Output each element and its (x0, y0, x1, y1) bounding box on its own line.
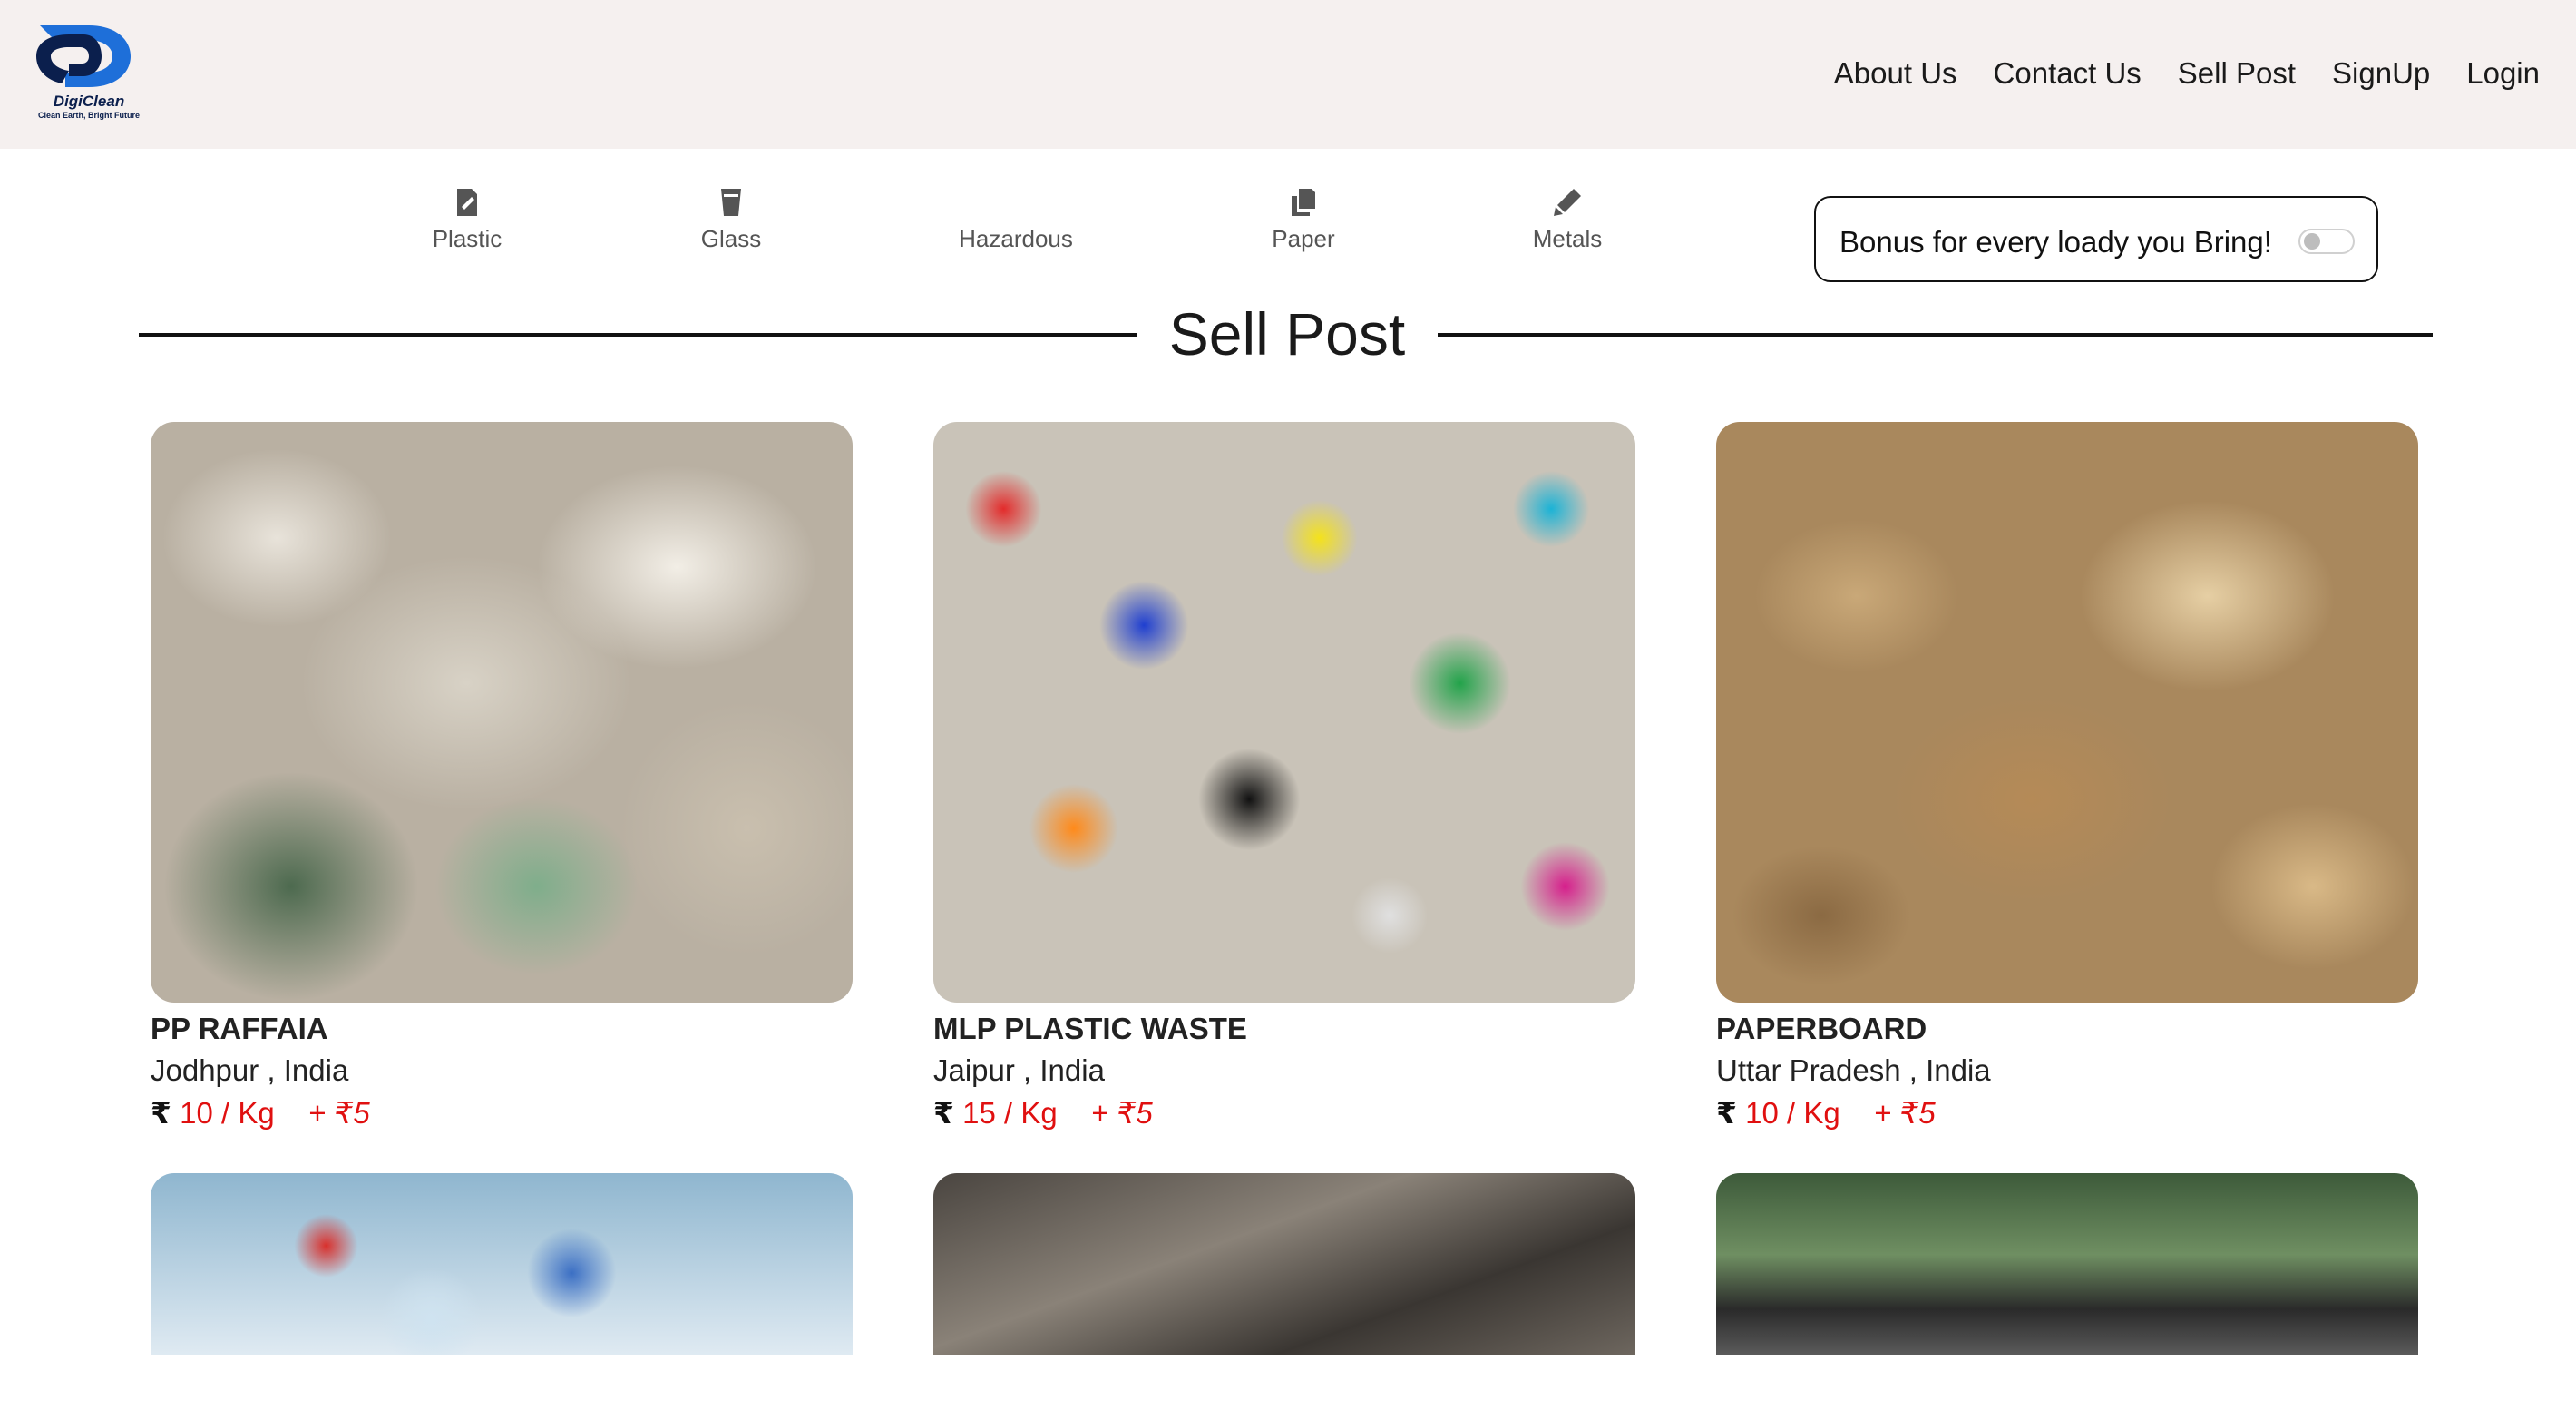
title-rule-left (139, 333, 1137, 337)
price-value: 15 / Kg (962, 1096, 1058, 1130)
listing-image[interactable] (151, 422, 853, 1003)
bonus-box: Bonus for every loady you Bring! (1814, 196, 2378, 282)
listing-location: Jodhpur , India (151, 1053, 349, 1087)
category-metals-label: Metals (1532, 225, 1603, 252)
listing-image[interactable] (933, 1173, 1635, 1355)
listing-card[interactable] (151, 1173, 853, 1355)
nav-signup[interactable]: SignUp (2332, 56, 2430, 91)
logo-tagline: Clean Earth, Bright Future (37, 111, 140, 120)
listing-price: ₹ 15 / Kg + ₹5 (933, 1095, 1635, 1131)
nav-contact-us[interactable]: Contact Us (1994, 56, 2142, 91)
listing-card[interactable] (1716, 1173, 2418, 1355)
bonus-value: + ₹5 (1090, 1096, 1153, 1130)
category-plastic[interactable]: Plastic (385, 187, 549, 253)
category-plastic-label: Plastic (432, 225, 503, 252)
title-rule-right (1438, 333, 2433, 337)
glass-icon (649, 187, 813, 221)
listing-location: Uttar Pradesh , India (1716, 1053, 1991, 1087)
category-glass[interactable]: Glass (649, 187, 813, 253)
currency-symbol: ₹ (151, 1096, 171, 1130)
header: DigiClean Clean Earth, Bright Future Abo… (0, 0, 2576, 149)
digiclean-logo-icon (36, 25, 131, 87)
hazardous-icon (934, 187, 1098, 221)
category-metals[interactable]: Metals (1486, 187, 1649, 253)
listing-price: ₹ 10 / Kg + ₹5 (151, 1095, 853, 1131)
logo[interactable]: DigiClean Clean Earth, Bright Future (18, 20, 160, 129)
bonus-value: + ₹5 (1873, 1096, 1936, 1130)
nav-about-us[interactable]: About Us (1834, 56, 1957, 91)
category-hazardous-label: Hazardous (959, 225, 1073, 252)
listing-image[interactable] (933, 422, 1635, 1003)
listing-image[interactable] (1716, 1173, 2418, 1355)
category-paper-label: Paper (1272, 225, 1335, 252)
metals-icon (1486, 187, 1649, 221)
bonus-toggle-knob (2304, 233, 2320, 250)
listing-card[interactable] (933, 1173, 1635, 1355)
listing-card[interactable]: PAPERBOARD Uttar Pradesh , India ₹ 10 / … (1716, 422, 2418, 1131)
listing-location: Jaipur , India (933, 1053, 1105, 1087)
listing-card[interactable]: PP RAFFAIA Jodhpur , India ₹ 10 / Kg + ₹… (151, 422, 853, 1131)
listing-name: MLP PLASTIC WASTE (933, 1012, 1247, 1045)
listing-image[interactable] (1716, 422, 2418, 1003)
plastic-icon (385, 187, 549, 221)
currency-symbol: ₹ (933, 1096, 954, 1130)
nav-sell-post[interactable]: Sell Post (2178, 56, 2296, 91)
listing-card[interactable]: MLP PLASTIC WASTE Jaipur , India ₹ 15 / … (933, 422, 1635, 1131)
price-value: 10 / Kg (180, 1096, 275, 1130)
listing-image[interactable] (151, 1173, 853, 1355)
paper-icon (1222, 187, 1385, 221)
category-hazardous[interactable]: Hazardous (934, 187, 1098, 253)
logo-name: DigiClean (53, 93, 125, 110)
listing-price: ₹ 10 / Kg + ₹5 (1716, 1095, 2418, 1131)
category-glass-label: Glass (700, 225, 762, 252)
bonus-toggle[interactable] (2298, 229, 2355, 254)
listing-name: PAPERBOARD (1716, 1012, 1927, 1045)
bonus-label: Bonus for every loady you Bring! (1839, 225, 2272, 259)
page-title: Sell Post (1168, 300, 1406, 367)
listing-name: PP RAFFAIA (151, 1012, 328, 1045)
nav-login[interactable]: Login (2466, 56, 2540, 91)
bonus-value: + ₹5 (307, 1096, 370, 1130)
price-value: 10 / Kg (1745, 1096, 1840, 1130)
currency-symbol: ₹ (1716, 1096, 1737, 1130)
category-paper[interactable]: Paper (1222, 187, 1385, 253)
main-nav: About Us Contact Us Sell Post SignUp Log… (1834, 56, 2540, 91)
